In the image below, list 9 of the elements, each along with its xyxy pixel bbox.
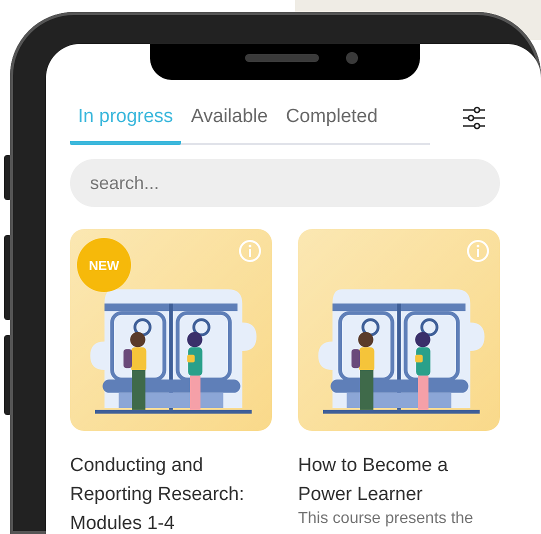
search-field[interactable]: search... <box>70 159 500 207</box>
camera-dot <box>346 52 358 64</box>
filter-icon[interactable] <box>462 106 486 130</box>
course-title[interactable]: How to Become a Power Learner <box>298 451 500 509</box>
course-title[interactable]: Conducting and Reporting Research: Modules 1-4 <box>70 451 272 534</box>
tab[interactable]: Available <box>183 102 276 145</box>
course-description: This course presents the <box>298 509 474 529</box>
tab[interactable]: Completed <box>278 102 386 145</box>
new-badge: NEW <box>80 241 128 289</box>
